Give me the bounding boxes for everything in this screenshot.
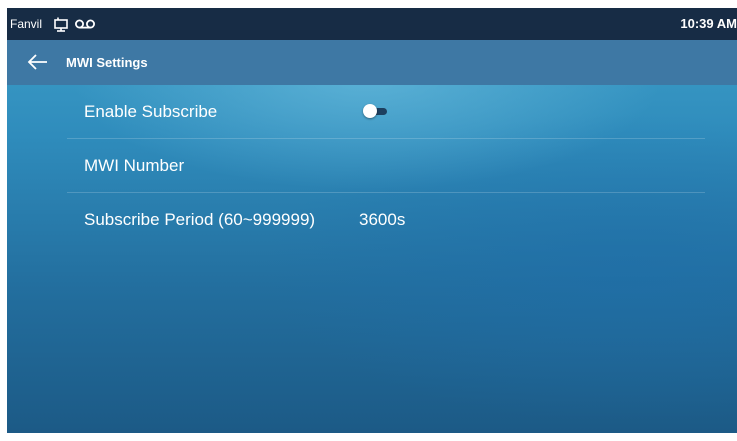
setting-row-mwi-number[interactable]: MWI Number xyxy=(67,139,705,193)
toggle-thumb xyxy=(363,104,377,118)
enable-subscribe-toggle[interactable] xyxy=(363,104,387,118)
back-button[interactable] xyxy=(25,50,51,74)
brand-label: Fanvil xyxy=(10,17,43,31)
arrow-left-icon xyxy=(27,54,47,70)
subscribe-period-label: Subscribe Period (60~999999) xyxy=(84,210,316,229)
title-bar: MWI Settings xyxy=(7,40,737,85)
network-icon xyxy=(53,16,69,32)
page-title: MWI Settings xyxy=(66,55,148,70)
mwi-number-label: MWI Number xyxy=(84,156,185,175)
clock: 10:39 AM xyxy=(680,16,737,31)
status-bar: Fanvil 10:39 AM xyxy=(7,8,737,40)
phone-screen: Fanvil 10:39 AM MWI Settings Enable Subs… xyxy=(7,8,737,433)
enable-subscribe-label: Enable Subscribe xyxy=(84,102,218,121)
setting-row-enable-subscribe[interactable]: Enable Subscribe xyxy=(67,85,705,139)
setting-row-subscribe-period[interactable]: Subscribe Period (60~999999) 3600s xyxy=(67,193,705,247)
voicemail-icon xyxy=(74,16,96,32)
subscribe-period-field[interactable]: 3600s xyxy=(359,209,405,231)
